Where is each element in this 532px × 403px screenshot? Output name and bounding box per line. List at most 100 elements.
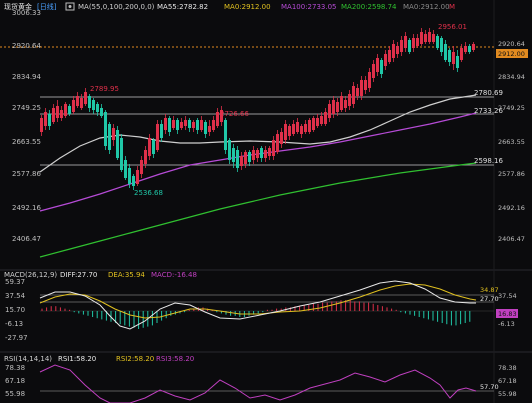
candle-body[interactable] (192, 122, 195, 128)
candle-body[interactable] (368, 72, 371, 88)
candle-body[interactable] (296, 122, 299, 132)
candlestick-series[interactable] (40, 28, 475, 190)
candle-body[interactable] (216, 112, 219, 126)
candle-body[interactable] (392, 44, 395, 58)
candle-body[interactable] (404, 36, 407, 48)
candle-body[interactable] (152, 140, 155, 154)
candle-body[interactable] (200, 120, 203, 130)
candle-body[interactable] (72, 100, 75, 112)
candle-body[interactable] (316, 118, 319, 126)
candle-body[interactable] (308, 120, 311, 132)
candle-body[interactable] (108, 124, 111, 150)
candle-body[interactable] (300, 126, 303, 134)
candle-body[interactable] (252, 150, 255, 160)
candle-body[interactable] (136, 170, 139, 184)
candle-body[interactable] (344, 100, 347, 108)
candle-body[interactable] (444, 44, 447, 60)
candle-body[interactable] (324, 112, 327, 124)
candle-body[interactable] (240, 156, 243, 166)
candle-body[interactable] (380, 60, 383, 74)
candle-body[interactable] (464, 46, 467, 52)
candle-body[interactable] (376, 58, 379, 72)
candle-body[interactable] (408, 40, 411, 52)
candle-body[interactable] (52, 108, 55, 122)
candle-body[interactable] (104, 112, 107, 146)
candle-body[interactable] (64, 104, 67, 116)
candle-body[interactable] (196, 120, 199, 130)
candle-body[interactable] (212, 120, 215, 130)
candle-body[interactable] (288, 126, 291, 136)
candle-body[interactable] (44, 112, 47, 126)
candle-body[interactable] (180, 122, 183, 128)
candle-body[interactable] (360, 80, 363, 96)
candle-body[interactable] (68, 106, 71, 114)
candle-body[interactable] (156, 124, 159, 150)
candle-body[interactable] (40, 118, 43, 132)
candle-body[interactable] (100, 108, 103, 116)
candle-body[interactable] (280, 132, 283, 144)
candle-body[interactable] (56, 106, 59, 118)
candle-body[interactable] (356, 88, 359, 96)
candle-body[interactable] (48, 114, 51, 126)
candle-body[interactable] (84, 92, 87, 104)
candle-body[interactable] (128, 168, 131, 184)
candle-body[interactable] (352, 86, 355, 104)
candle-body[interactable] (148, 138, 151, 156)
candle-body[interactable] (456, 56, 459, 68)
candle-body[interactable] (468, 46, 471, 52)
candle-body[interactable] (268, 148, 271, 156)
candle-body[interactable] (76, 96, 79, 106)
candle-body[interactable] (320, 116, 323, 124)
candle-body[interactable] (364, 80, 367, 90)
candle-body[interactable] (332, 100, 335, 114)
candle-body[interactable] (264, 150, 267, 158)
candle-body[interactable] (236, 150, 239, 168)
chart-canvas[interactable]: 2789.95 2726.66 2536.68 2956.01 2780.69 … (0, 0, 532, 403)
candle-body[interactable] (244, 152, 247, 164)
candle-body[interactable] (396, 46, 399, 54)
candle-body[interactable] (164, 118, 167, 130)
candle-body[interactable] (448, 50, 451, 62)
candle-body[interactable] (260, 148, 263, 158)
candle-body[interactable] (124, 160, 127, 178)
candle-body[interactable] (88, 96, 91, 108)
candle-body[interactable] (428, 32, 431, 42)
candle-body[interactable] (184, 120, 187, 126)
candle-body[interactable] (336, 102, 339, 112)
candle-body[interactable] (384, 54, 387, 66)
candle-body[interactable] (272, 140, 275, 156)
candle-body[interactable] (92, 100, 95, 110)
candle-body[interactable] (432, 34, 435, 42)
candle-body[interactable] (232, 148, 235, 162)
candle-body[interactable] (424, 34, 427, 42)
candle-body[interactable] (472, 44, 475, 50)
candle-body[interactable] (372, 64, 375, 78)
candle-body[interactable] (60, 110, 63, 118)
gear-icon[interactable] (65, 2, 75, 11)
candle-body[interactable] (140, 160, 143, 174)
candle-body[interactable] (204, 122, 207, 134)
candle-body[interactable] (276, 134, 279, 152)
candle-body[interactable] (208, 126, 211, 132)
candle-body[interactable] (112, 128, 115, 140)
candle-body[interactable] (172, 120, 175, 128)
candle-body[interactable] (228, 140, 231, 160)
candle-body[interactable] (80, 98, 83, 108)
candle-body[interactable] (452, 52, 455, 64)
candle-body[interactable] (160, 124, 163, 138)
candle-body[interactable] (132, 176, 135, 186)
candle-body[interactable] (188, 120, 191, 128)
candle-body[interactable] (388, 50, 391, 62)
candle-body[interactable] (176, 120, 179, 130)
candle-body[interactable] (328, 104, 331, 118)
candle-body[interactable] (312, 118, 315, 130)
candle-body[interactable] (224, 120, 227, 150)
candle-body[interactable] (420, 32, 423, 44)
candle-body[interactable] (256, 150, 259, 158)
candle-body[interactable] (304, 124, 307, 132)
candle-body[interactable] (348, 94, 351, 106)
candle-body[interactable] (284, 124, 287, 140)
candle-body[interactable] (116, 130, 119, 158)
candle-body[interactable] (96, 104, 99, 112)
candle-body[interactable] (120, 138, 123, 170)
